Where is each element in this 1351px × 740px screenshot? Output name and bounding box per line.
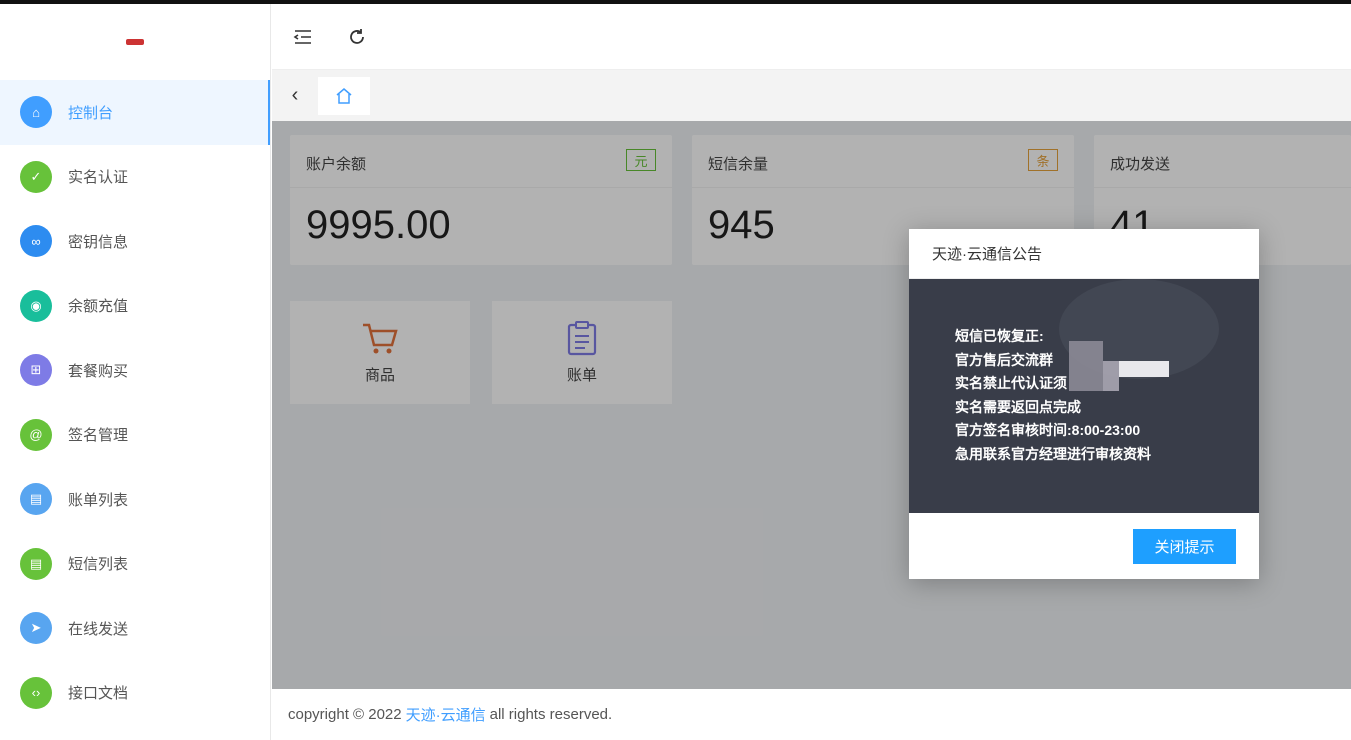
logo-mark bbox=[126, 39, 144, 45]
sidebar-menu: ⌂ 控制台 ✓ 实名认证 ∞ 密钥信息 ◉ 余额充值 ⊞ 套餐购买 @ 签名管理 ▤ 账单列表 ▤ 短信列表 ➤… bbox=[0, 80, 270, 725]
announcement-line: 官方签名审核时间:8:00-23:00 bbox=[955, 422, 1141, 438]
sidebar-item-5[interactable]: @ 签名管理 bbox=[0, 403, 270, 468]
footer: copyright © 2022 天迹·云通信 all rights reser… bbox=[272, 689, 1351, 740]
logo bbox=[0, 4, 270, 80]
refresh-icon[interactable] bbox=[346, 26, 368, 48]
tabs-bar: ‹ bbox=[272, 70, 1351, 121]
sidebar-item-1[interactable]: ✓ 实名认证 bbox=[0, 145, 270, 210]
sidebar-item-label: 余额充值 bbox=[68, 298, 129, 316]
sidebar: ⌂ 控制台 ✓ 实名认证 ∞ 密钥信息 ◉ 余额充值 ⊞ 套餐购买 @ 签名管理 ▤ 账单列表 ▤ 短信列表 ➤… bbox=[0, 4, 271, 740]
sidebar-item-3[interactable]: ◉ 余额充值 bbox=[0, 274, 270, 339]
sidebar-item-label: 套餐购买 bbox=[68, 362, 129, 380]
sidebar-item-9[interactable]: ‹› 接口文档 bbox=[0, 661, 270, 726]
home-icon: ⌂ bbox=[20, 96, 52, 129]
sidebar-item-label: 控制台 bbox=[68, 104, 114, 122]
tabs-prev-icon[interactable]: ‹ bbox=[272, 70, 318, 121]
announcement-line: 实名需要返回点完成 bbox=[955, 398, 1081, 415]
announcement-line: 急用联系官方经理进行审核资料 bbox=[955, 445, 1151, 462]
document-icon: ▤ bbox=[20, 483, 52, 516]
modal-footer: 关闭提示 bbox=[909, 513, 1259, 579]
footer-brand-link[interactable]: 天迹·云通信 bbox=[406, 704, 486, 725]
at-icon: @ bbox=[20, 418, 52, 451]
collapse-menu-icon[interactable] bbox=[292, 26, 314, 48]
document-icon: ▤ bbox=[20, 547, 52, 580]
tab-home[interactable] bbox=[318, 76, 370, 115]
sidebar-item-label: 签名管理 bbox=[68, 427, 129, 445]
sidebar-item-8[interactable]: ➤ 在线发送 bbox=[0, 596, 270, 661]
announcement-text: 短信已恢复正: 官方售后交流群 实名禁止代认证须 实名需要返回点完成 官方签名审核时间:… bbox=[955, 325, 1151, 466]
sidebar-item-label: 密钥信息 bbox=[68, 233, 129, 251]
code-icon: ‹› bbox=[20, 676, 52, 709]
sidebar-item-label: 账单列表 bbox=[68, 491, 129, 509]
header bbox=[272, 4, 1351, 70]
cart-icon: ⊞ bbox=[20, 354, 52, 387]
send-icon: ➤ bbox=[20, 612, 52, 645]
sidebar-item-label: 接口文档 bbox=[68, 685, 129, 703]
sidebar-item-label: 实名认证 bbox=[68, 169, 129, 187]
footer-copyright: copyright © 2022 bbox=[288, 706, 402, 723]
recharge-icon: ◉ bbox=[20, 289, 52, 322]
home-icon bbox=[336, 87, 352, 104]
modal-title: 天迹·云通信公告 bbox=[909, 229, 1259, 279]
shield-icon: ✓ bbox=[20, 160, 52, 193]
modal-body: 短信已恢复正: 官方售后交流群 实名禁止代认证须 实名需要返回点完成 官方签名审核时间:… bbox=[909, 279, 1259, 513]
sidebar-item-2[interactable]: ∞ 密钥信息 bbox=[0, 209, 270, 274]
redacted-blur bbox=[1069, 341, 1103, 391]
sidebar-item-7[interactable]: ▤ 短信列表 bbox=[0, 532, 270, 597]
sidebar-item-0[interactable]: ⌂ 控制台 bbox=[0, 80, 270, 145]
sidebar-item-label: 短信列表 bbox=[68, 556, 129, 574]
sidebar-item-4[interactable]: ⊞ 套餐购买 bbox=[0, 338, 270, 403]
announcement-line: 短信已恢复正: bbox=[955, 328, 1044, 344]
sidebar-item-label: 在线发送 bbox=[68, 620, 129, 638]
announcement-modal: 天迹·云通信公告 短信已恢复正: 官方售后交流群 实名禁止代认证须 实名需要返回点完成… bbox=[909, 229, 1259, 579]
sidebar-item-6[interactable]: ▤ 账单列表 bbox=[0, 467, 270, 532]
link-icon: ∞ bbox=[20, 225, 52, 258]
close-notice-button[interactable]: 关闭提示 bbox=[1133, 528, 1236, 564]
footer-rights: all rights reserved. bbox=[489, 706, 613, 723]
